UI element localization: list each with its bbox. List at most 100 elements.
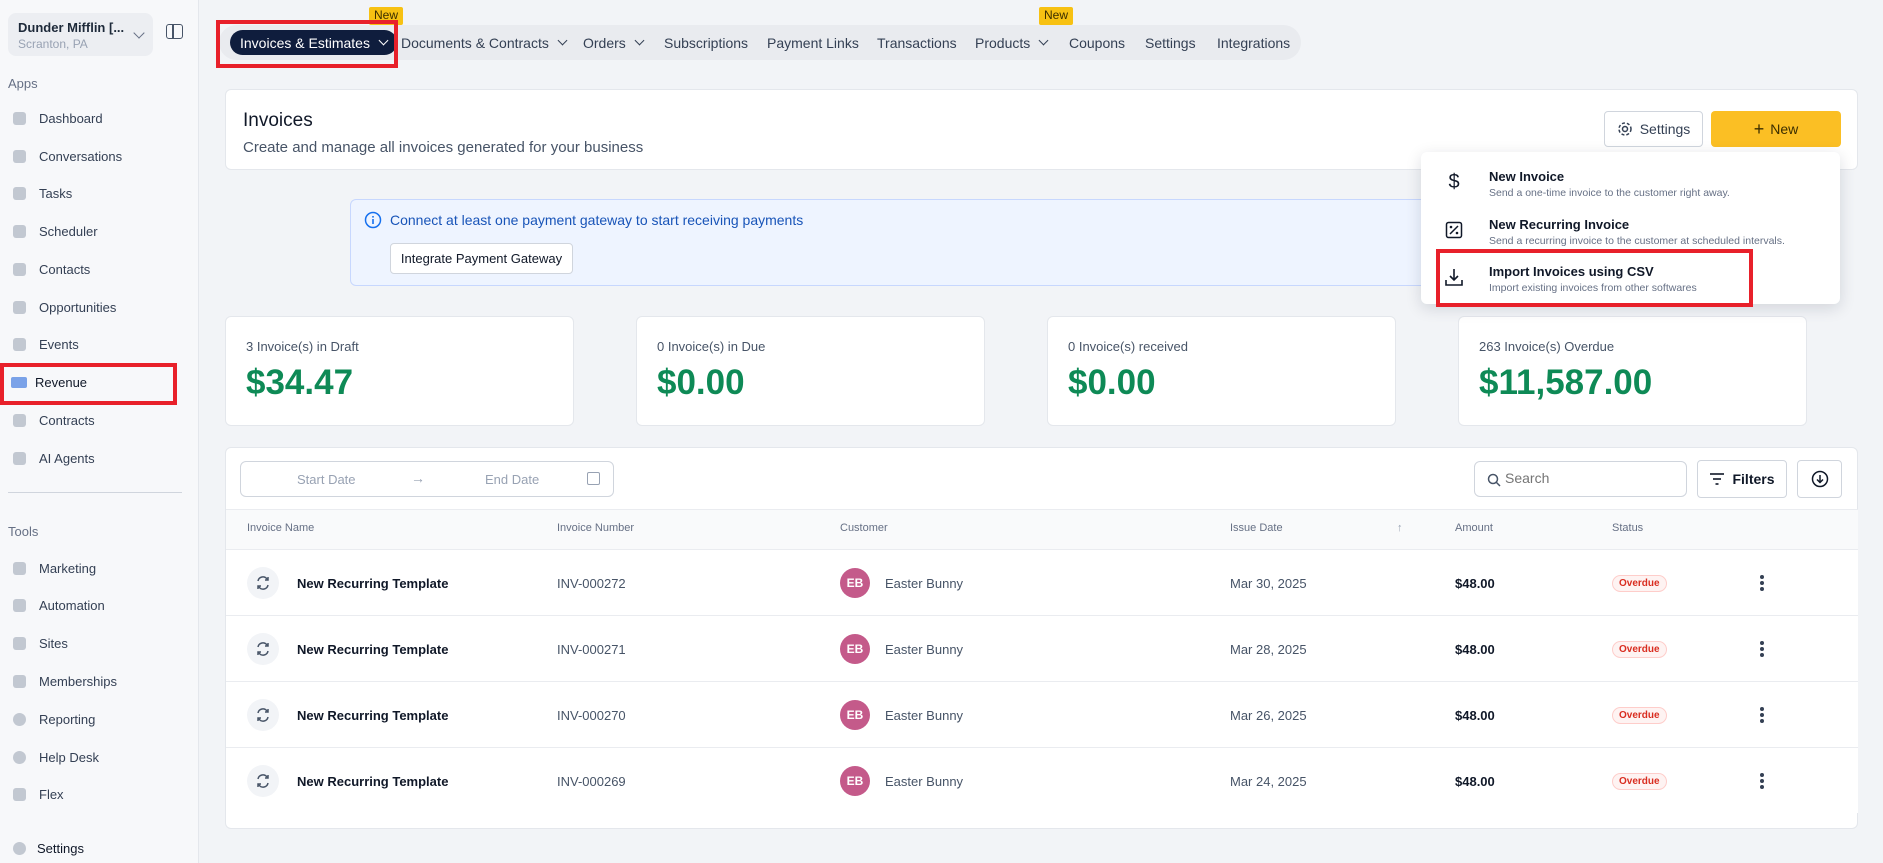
menu-item-new-recurring-invoice[interactable]: New Recurring Invoice Send a recurring i… bbox=[1421, 213, 1840, 261]
integrate-gateway-button[interactable]: Integrate Payment Gateway bbox=[390, 243, 573, 274]
sidebar-item-label: Contacts bbox=[39, 261, 91, 277]
search-icon bbox=[1487, 473, 1501, 487]
more-vertical-icon bbox=[1760, 581, 1764, 585]
row-actions[interactable] bbox=[1760, 616, 1764, 682]
gear-icon bbox=[1617, 122, 1632, 136]
location-switcher[interactable]: Dunder Mifflin [... Scranton, PA bbox=[8, 13, 153, 56]
contacts-icon bbox=[11, 261, 27, 277]
sidebar-item-label: Events bbox=[39, 336, 79, 352]
more-vertical-icon bbox=[1760, 647, 1764, 651]
tab-integrations[interactable]: Integrations bbox=[1217, 25, 1290, 60]
sidebar-item-memberships[interactable]: Memberships bbox=[0, 663, 199, 699]
sidebar-item-revenue[interactable]: Revenue bbox=[0, 364, 199, 400]
status-cell: Overdue bbox=[1612, 748, 1667, 814]
stat-value: $34.47 bbox=[246, 363, 354, 402]
column-header[interactable]: Status bbox=[1612, 522, 1643, 534]
table-row[interactable]: New Recurring Template INV-000270 EB Easter… bbox=[226, 681, 1858, 747]
sidebar-item-automation[interactable]: Automation bbox=[0, 587, 199, 623]
menu-item-desc: Send a one-time invoice to the customer … bbox=[1489, 187, 1730, 199]
table-row[interactable]: New Recurring Template INV-000271 EB Easter… bbox=[226, 615, 1858, 681]
recurring-icon bbox=[247, 567, 279, 599]
row-type-cell bbox=[247, 748, 279, 814]
sidebar-item-opportunities[interactable]: Opportunities bbox=[0, 289, 199, 325]
sidebar-item-conversations[interactable]: Conversations bbox=[0, 138, 199, 174]
tab-coupons[interactable]: Coupons bbox=[1069, 25, 1125, 60]
filters-button[interactable]: Filters bbox=[1697, 460, 1787, 498]
menu-item-import-csv[interactable]: Import Invoices using CSV Import existin… bbox=[1421, 260, 1840, 308]
top-tab-bar: Invoices & Estimates Documents & Contrac… bbox=[219, 25, 1301, 60]
invoice-name[interactable]: New Recurring Template bbox=[297, 682, 448, 748]
row-actions[interactable] bbox=[1760, 550, 1764, 616]
tab-documents-contracts[interactable]: Documents & Contracts bbox=[401, 25, 568, 60]
sidebar-item-sites[interactable]: Sites bbox=[0, 625, 199, 661]
tab-transactions[interactable]: Transactions bbox=[877, 25, 957, 60]
payment-gateway-banner: Connect at least one payment gateway to … bbox=[350, 199, 1450, 286]
column-header[interactable]: Invoice Number bbox=[557, 522, 634, 534]
tab-orders[interactable]: Orders bbox=[583, 25, 645, 60]
download-button[interactable] bbox=[1797, 460, 1842, 498]
column-header[interactable]: Issue Date bbox=[1230, 522, 1283, 534]
table-row[interactable]: New Recurring Template INV-000269 EB Easter… bbox=[226, 747, 1858, 813]
date-range-picker[interactable]: Start Date → End Date bbox=[240, 461, 614, 497]
end-date-input[interactable]: End Date bbox=[485, 472, 539, 487]
menu-item-new-invoice[interactable]: $ New Invoice Send a one-time invoice to… bbox=[1421, 165, 1840, 213]
invoice-name[interactable]: New Recurring Template bbox=[297, 748, 448, 814]
tab-settings[interactable]: Settings bbox=[1145, 25, 1196, 60]
sidebar-item-marketing[interactable]: Marketing bbox=[0, 550, 199, 586]
sidebar-item-scheduler[interactable]: Scheduler bbox=[0, 213, 199, 249]
column-header[interactable]: Amount bbox=[1455, 522, 1493, 534]
start-date-input[interactable]: Start Date bbox=[297, 472, 356, 487]
sidebar-item-label: Contracts bbox=[39, 412, 95, 428]
stat-label: 263 Invoice(s) Overdue bbox=[1479, 339, 1615, 354]
column-header[interactable]: Customer bbox=[840, 522, 888, 534]
tab-label: Transactions bbox=[877, 34, 957, 51]
tab-products[interactable]: Products bbox=[975, 25, 1049, 60]
page-title: Invoices bbox=[243, 110, 313, 131]
sidebar-item-reporting[interactable]: Reporting bbox=[0, 701, 199, 737]
new-button[interactable]: + New bbox=[1711, 111, 1841, 147]
customer-cell: EB bbox=[840, 616, 870, 682]
contracts-icon bbox=[11, 412, 27, 428]
sidebar-item-dashboard[interactable]: Dashboard bbox=[0, 100, 199, 136]
info-icon bbox=[364, 211, 382, 229]
settings-button[interactable]: Settings bbox=[1604, 111, 1703, 147]
tab-label: Products bbox=[975, 34, 1031, 51]
table-row[interactable]: New Recurring Template INV-000272 EB Easter… bbox=[226, 549, 1858, 615]
stat-card-received: 0 Invoice(s) received $0.00 bbox=[1047, 316, 1396, 426]
search-input[interactable] bbox=[1505, 470, 1675, 486]
sidebar-item-events[interactable]: Events bbox=[0, 326, 199, 362]
dollar-icon: $ bbox=[1448, 170, 1460, 193]
sidebar-item-help-desk[interactable]: Help Desk bbox=[0, 739, 199, 775]
sort-arrow-up-icon[interactable]: ↑ bbox=[1397, 522, 1403, 534]
sidebar-item-contacts[interactable]: Contacts bbox=[0, 251, 199, 287]
sidebar-item-label: Flex bbox=[39, 786, 64, 802]
tab-payment-links[interactable]: Payment Links bbox=[767, 25, 859, 60]
plus-icon: + bbox=[1753, 118, 1765, 139]
row-actions[interactable] bbox=[1760, 748, 1764, 814]
conversations-icon bbox=[11, 148, 27, 164]
invoice-name[interactable]: New Recurring Template bbox=[297, 616, 448, 682]
sidebar-item-tasks[interactable]: Tasks bbox=[0, 175, 199, 211]
search-box[interactable] bbox=[1474, 461, 1687, 497]
column-header[interactable]: Invoice Name bbox=[247, 522, 314, 534]
customer-cell: EB bbox=[840, 682, 870, 748]
sidebar-item-settings[interactable]: Settings bbox=[0, 830, 199, 863]
download-icon bbox=[1811, 470, 1828, 488]
sidebar-item-label: Conversations bbox=[39, 148, 123, 164]
sidebar-item-flex[interactable]: Flex bbox=[0, 776, 199, 812]
issue-date: Mar 24, 2025 bbox=[1230, 773, 1307, 789]
tasks-icon bbox=[11, 185, 27, 201]
invoice-number: INV-000272 bbox=[557, 575, 626, 591]
invoice-name[interactable]: New Recurring Template bbox=[297, 550, 448, 616]
sidebar-toggle-icon[interactable] bbox=[166, 24, 183, 39]
help-icon bbox=[11, 749, 27, 765]
tab-subscriptions[interactable]: Subscriptions bbox=[664, 25, 748, 60]
sidebar-item-ai-agents[interactable]: AI Agents bbox=[0, 440, 199, 476]
sidebar-item-contracts[interactable]: Contracts bbox=[0, 402, 199, 438]
customer-cell: EB bbox=[840, 748, 870, 814]
stat-label: 3 Invoice(s) in Draft bbox=[246, 339, 359, 354]
tab-invoices-estimates[interactable]: Invoices & Estimates bbox=[230, 30, 397, 55]
row-actions[interactable] bbox=[1760, 682, 1764, 748]
chevron-down-icon bbox=[1038, 35, 1049, 46]
gear-icon bbox=[11, 840, 27, 856]
